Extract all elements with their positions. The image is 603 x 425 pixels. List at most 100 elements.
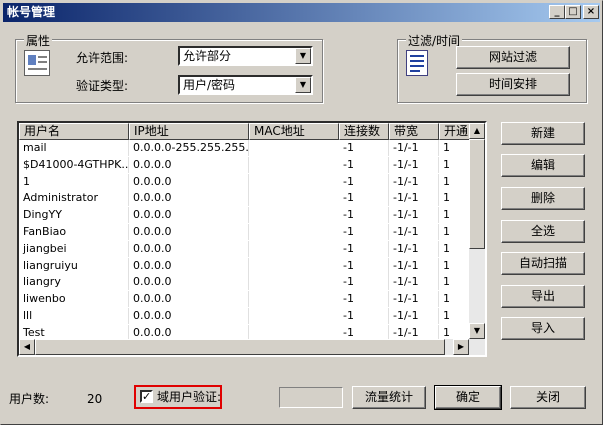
column-header-mac[interactable]: MAC地址 — [249, 123, 339, 140]
auto-scan-button[interactable]: 自动扫描 — [501, 252, 585, 275]
cell-bandwidth: -1/-1 — [389, 190, 439, 207]
table-row[interactable]: FanBiao 0.0.0.0 -1 -1/-1 1 — [19, 224, 473, 241]
scroll-down-icon[interactable]: ▼ — [469, 323, 485, 339]
cell-username: 1 — [19, 173, 129, 190]
scroll-thumb[interactable] — [469, 139, 485, 249]
chevron-down-icon[interactable]: ▼ — [295, 48, 311, 64]
delete-button[interactable]: 删除 — [501, 187, 585, 210]
table-row[interactable]: liangruiyu 0.0.0.0 -1 -1/-1 1 — [19, 257, 473, 275]
scroll-thumb-horizontal[interactable] — [35, 339, 445, 355]
table-row[interactable]: DingYY 0.0.0.0 -1 -1/-1 1 — [19, 207, 473, 224]
cell-enabled: 1 — [439, 291, 473, 308]
cell-ip: 0.0.0.0 — [129, 190, 249, 207]
cell-bandwidth: -1/-1 — [389, 308, 439, 324]
cell-connections: -1 — [339, 207, 389, 224]
cell-enabled: 1 — [439, 224, 473, 240]
export-button[interactable]: 导出 — [501, 285, 585, 308]
cell-bandwidth: -1/-1 — [389, 274, 439, 291]
cell-bandwidth: -1/-1 — [389, 240, 439, 257]
cell-bandwidth: -1/-1 — [389, 173, 439, 190]
cell-connections: -1 — [339, 291, 389, 308]
chevron-down-icon[interactable]: ▼ — [295, 77, 311, 93]
user-count-label: 用户数: — [9, 392, 50, 406]
cell-enabled: 1 — [439, 190, 473, 207]
auth-type-select[interactable]: 用户/密码 ▼ — [178, 75, 313, 95]
domain-auth-label: 域用户验证: — [157, 390, 222, 404]
schedule-button[interactable]: 时间安排 — [456, 73, 570, 96]
maximize-button[interactable]: □ — [565, 5, 581, 19]
cell-bandwidth: -1/-1 — [389, 207, 439, 224]
user-count-value: 20 — [87, 392, 103, 406]
cell-ip: 0.0.0.0 — [129, 207, 249, 224]
table-row[interactable]: lll 0.0.0.0 -1 -1/-1 1 — [19, 308, 473, 325]
cell-enabled: 1 — [439, 308, 473, 324]
table-row[interactable]: $D41000-4GTHPK... 0.0.0.0 -1 -1/-1 1 — [19, 156, 473, 174]
column-header-username[interactable]: 用户名 — [19, 123, 129, 140]
cell-bandwidth: -1/-1 — [389, 291, 439, 308]
scroll-right-icon[interactable]: ▶ — [453, 339, 469, 355]
table-row[interactable]: 1 0.0.0.0 -1 -1/-1 1 — [19, 173, 473, 191]
cell-enabled: 1 — [439, 140, 473, 156]
scope-label: 允许范围: — [76, 51, 129, 65]
cell-username: mail — [19, 140, 129, 156]
cell-username: jiangbei — [19, 240, 129, 257]
cell-ip: 0.0.0.0 — [129, 173, 249, 190]
cell-username: DingYY — [19, 207, 129, 224]
domain-auth-checkbox[interactable]: ✓ — [140, 390, 153, 403]
table-row[interactable]: liangry 0.0.0.0 -1 -1/-1 1 — [19, 274, 473, 291]
column-header-bandwidth[interactable]: 带宽 — [389, 123, 439, 140]
attributes-group-label: 属性 — [24, 32, 53, 49]
new-button[interactable]: 新建 — [501, 122, 585, 145]
cell-connections: -1 — [339, 257, 389, 274]
scroll-left-icon[interactable]: ◀ — [19, 339, 35, 355]
column-header-connections[interactable]: 连接数 — [339, 123, 389, 140]
filter-time-group: 过滤/时间 网站过滤 时间安排 — [397, 32, 587, 103]
column-header-enabled[interactable]: 开通 — [439, 123, 473, 140]
auth-type-value: 用户/密码 — [183, 78, 236, 92]
cell-username: liwenbo — [19, 291, 129, 308]
attributes-group: 属性 允许范围: 允许部分 ▼ 验证类型: 用户/密码 ▼ — [15, 32, 323, 103]
close-window-button[interactable]: × — [583, 5, 599, 19]
close-button[interactable]: 关闭 — [510, 386, 586, 409]
cell-connections: -1 — [339, 173, 389, 190]
scope-value: 允许部分 — [183, 49, 232, 63]
edit-button[interactable]: 编辑 — [501, 154, 585, 177]
table-row[interactable]: Administrator 0.0.0.0 -1 -1/-1 1 — [19, 190, 473, 207]
account-management-window: 帐号管理 _ □ × 属性 允许范围: 允许部分 ▼ 验证类型: 用户/密码 ▼… — [0, 0, 603, 425]
cell-bandwidth: -1/-1 — [389, 140, 439, 156]
select-all-button[interactable]: 全选 — [501, 220, 585, 243]
cell-ip: 0.0.0.0 — [129, 156, 249, 173]
import-button[interactable]: 导入 — [501, 317, 585, 340]
cell-connections: -1 — [339, 224, 389, 240]
cell-bandwidth: -1/-1 — [389, 156, 439, 173]
table-row[interactable]: liwenbo 0.0.0.0 -1 -1/-1 1 — [19, 291, 473, 308]
horizontal-scrollbar[interactable]: ◀ ▶ — [19, 339, 485, 355]
cell-enabled: 1 — [439, 207, 473, 224]
checkmark-icon: ✓ — [142, 390, 152, 403]
cell-enabled: 1 — [439, 257, 473, 274]
minimize-button[interactable]: _ — [549, 5, 565, 19]
cell-username: lll — [19, 308, 129, 324]
cell-ip: 0.0.0.0 — [129, 257, 249, 274]
scroll-up-icon[interactable]: ▲ — [469, 123, 485, 139]
user-list[interactable]: 用户名 IP地址 MAC地址 连接数 带宽 开通 mail 0.0.0.0-255… — [17, 121, 487, 357]
cell-enabled: 1 — [439, 240, 473, 257]
cell-enabled: 1 — [439, 156, 473, 173]
site-filter-button[interactable]: 网站过滤 — [456, 46, 570, 69]
traffic-stats-button[interactable]: 流量统计 — [352, 386, 426, 409]
column-header-ip[interactable]: IP地址 — [129, 123, 249, 140]
cell-connections: -1 — [339, 156, 389, 173]
cell-enabled: 1 — [439, 173, 473, 190]
ok-button[interactable]: 确定 — [434, 385, 502, 410]
id-card-icon — [24, 50, 50, 76]
cell-bandwidth: -1/-1 — [389, 257, 439, 274]
title-bar[interactable]: 帐号管理 — [3, 3, 600, 22]
cell-enabled: 1 — [439, 274, 473, 291]
vertical-scrollbar[interactable]: ▲ ▼ — [469, 123, 485, 339]
table-row[interactable]: mail 0.0.0.0-255.255.255.... -1 -1/-1 1 — [19, 140, 473, 157]
cell-username: liangruiyu — [19, 257, 129, 274]
cell-ip: 0.0.0.0 — [129, 224, 249, 240]
cell-connections: -1 — [339, 274, 389, 291]
scope-select[interactable]: 允许部分 ▼ — [178, 46, 313, 66]
table-row[interactable]: jiangbei 0.0.0.0 -1 -1/-1 1 — [19, 240, 473, 258]
